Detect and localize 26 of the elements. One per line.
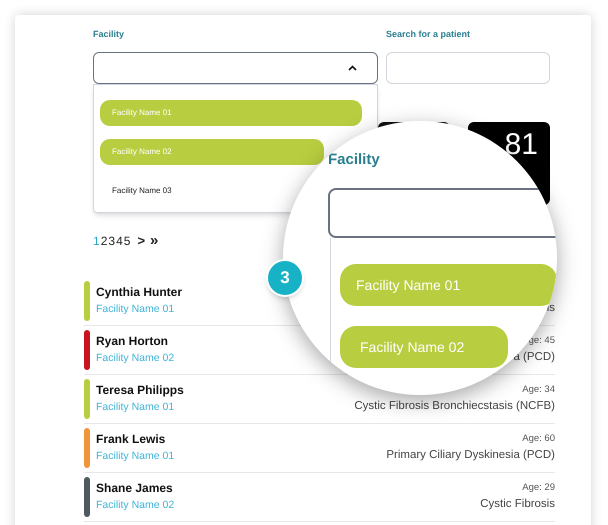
patient-facility: Facility Name 01 bbox=[96, 449, 174, 464]
patient-diagnosis: Cystic Fibrosis Bronchiecstasis (NCFB) bbox=[354, 399, 555, 414]
patient-name[interactable]: Teresa Philipps bbox=[96, 382, 184, 399]
field-label: Facility bbox=[328, 150, 380, 170]
patient-age: Age: 60 bbox=[522, 432, 555, 446]
patient-age: Age: 34 bbox=[522, 383, 555, 397]
next-page-link[interactable]: > bbox=[137, 231, 146, 250]
patient-facility: Facility Name 01 bbox=[96, 400, 174, 415]
page-link[interactable]: 5 bbox=[124, 232, 130, 250]
page-link[interactable]: 3 bbox=[108, 232, 116, 250]
patient-name[interactable]: Cynthia Hunter bbox=[96, 284, 182, 301]
field-label: Search for a patient bbox=[386, 28, 472, 41]
patient-diagnosis: Cystic Fibrosis bbox=[480, 497, 555, 512]
patient-age: Age: 29 bbox=[522, 481, 555, 495]
page-link[interactable]: 2 bbox=[100, 232, 108, 250]
patient-facility: Facility Name 02 bbox=[96, 498, 174, 513]
page-link[interactable]: 4 bbox=[116, 232, 123, 250]
field-label: Facility bbox=[93, 28, 126, 41]
patient-facility: Facility Name 01 bbox=[96, 302, 174, 317]
patient-name[interactable]: Frank Lewis bbox=[96, 431, 166, 448]
last-page-link[interactable]: » bbox=[150, 233, 158, 248]
patient-name[interactable]: Shane James bbox=[96, 480, 173, 497]
stat-value: 81 bbox=[504, 130, 538, 163]
patient-diagnosis: Primary Ciliary Dyskinesia (PCD) bbox=[386, 448, 555, 463]
patient-name[interactable]: Ryan Horton bbox=[96, 333, 168, 350]
patient-facility: Facility Name 02 bbox=[96, 351, 174, 366]
